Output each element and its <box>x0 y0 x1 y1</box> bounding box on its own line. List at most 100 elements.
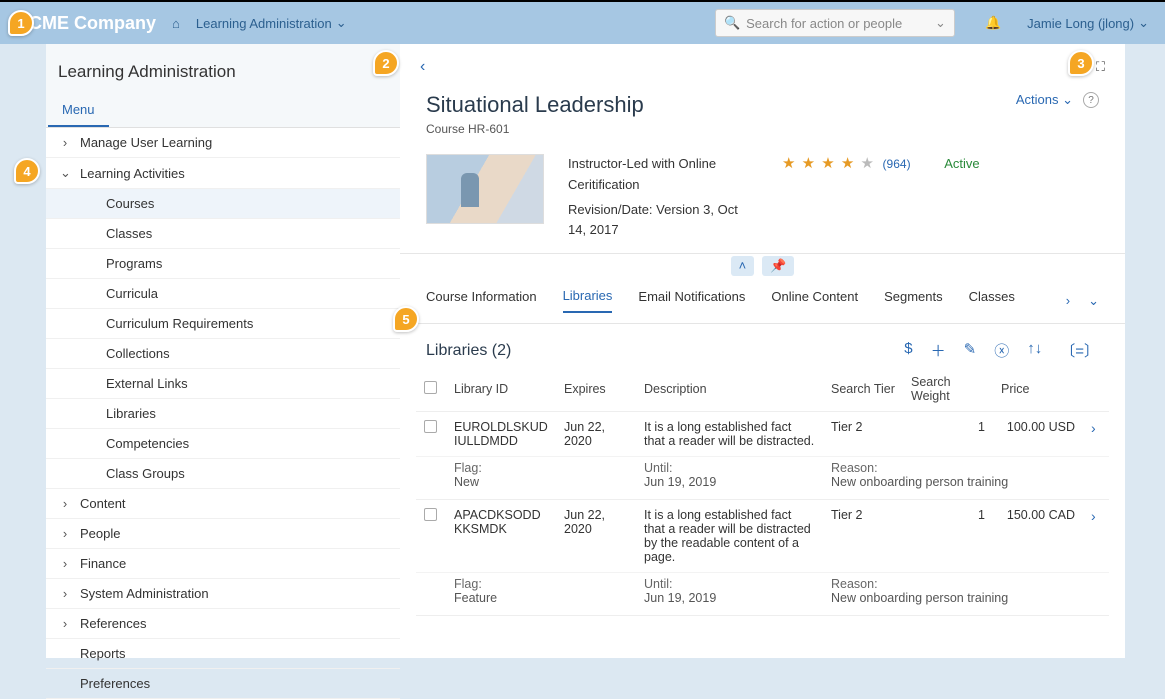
tabs-expand-icon[interactable]: ⌄ <box>1088 293 1099 309</box>
col-description[interactable]: Description <box>636 367 823 412</box>
chevron-down-icon: ⌄ <box>336 15 347 31</box>
course-subtitle: Course HR-601 <box>426 122 644 136</box>
chevron-down-icon: ⌄ <box>935 15 946 31</box>
sidebar-subitem[interactable]: External Links <box>46 369 400 399</box>
until-value: Jun 19, 2019 <box>644 475 815 489</box>
cell-library-id: EUROLDLSKUDIULLDMDD <box>446 412 556 457</box>
col-library-id[interactable]: Library ID <box>446 367 556 412</box>
cell-description: It is a long established fact that a rea… <box>636 500 823 573</box>
back-button[interactable]: ‹ <box>420 58 425 76</box>
table-row: APACDKSODDKKSMDKJun 22, 2020It is a long… <box>416 500 1109 573</box>
table-subrow: Flag:NewUntil:Jun 19, 2019Reason:New onb… <box>416 457 1109 500</box>
user-name: Jamie Long (jlong) <box>1027 16 1134 31</box>
chevron-right-icon: › <box>60 616 70 631</box>
until-label: Until: <box>644 577 815 591</box>
until-label: Until: <box>644 461 815 475</box>
currency-icon[interactable]: $ <box>904 340 912 361</box>
sidebar-subitem[interactable]: Class Groups <box>46 459 400 489</box>
sidebar-nav: ›Manage User Learning⌄Learning Activitie… <box>46 128 400 699</box>
nav-dropdown[interactable]: Learning Administration ⌄ <box>196 15 347 31</box>
tab[interactable]: Course Information <box>426 289 537 312</box>
tab[interactable]: Segments <box>884 289 943 312</box>
global-search[interactable]: 🔍 Search for action or people ⌄ <box>715 9 955 37</box>
flag-value: Feature <box>454 591 628 605</box>
sidebar-item-label: Manage User Learning <box>80 135 212 150</box>
user-menu[interactable]: Jamie Long (jlong) ⌄ <box>1027 15 1149 31</box>
cell-tier: Tier 2 <box>823 500 903 573</box>
tab[interactable]: Online Content <box>771 289 858 312</box>
sidebar-subitem[interactable]: Libraries <box>46 399 400 429</box>
edit-icon[interactable]: ✎ <box>964 340 977 361</box>
help-icon[interactable]: ? <box>1083 92 1099 108</box>
flag-value: New <box>454 475 628 489</box>
fullscreen-icon[interactable]: ⛶ <box>1096 59 1105 75</box>
chevron-right-icon: › <box>60 526 70 541</box>
sidebar-subitem[interactable]: Courses <box>46 189 400 219</box>
reason-value: New onboarding person training <box>831 475 1101 489</box>
row-nav-icon[interactable]: › <box>1091 420 1096 436</box>
tab[interactable]: Classes <box>969 289 1015 312</box>
sidebar-item[interactable]: ›References <box>46 609 400 639</box>
sidebar-item-label: People <box>80 526 120 541</box>
flag-label: Flag: <box>454 577 628 591</box>
nav-dropdown-label: Learning Administration <box>196 16 332 31</box>
sidebar-item[interactable]: ›Content <box>46 489 400 519</box>
sidebar-subitem[interactable]: Curricula <box>46 279 400 309</box>
sidebar-subitem[interactable]: Classes <box>46 219 400 249</box>
pin-icon[interactable]: 📌 <box>762 256 794 276</box>
select-all-checkbox[interactable] <box>424 381 437 394</box>
sidebar-subitem[interactable]: Competencies <box>46 429 400 459</box>
rating-stars: ★ ★ ★ ★ ★ <box>782 155 875 172</box>
sidebar-item-label: Learning Activities <box>80 166 185 181</box>
cell-tier: Tier 2 <box>823 412 903 457</box>
col-search-weight[interactable]: Search Weight <box>903 367 993 412</box>
row-nav-icon[interactable]: › <box>1091 508 1096 524</box>
actions-menu[interactable]: Actions ⌄ <box>1016 92 1073 108</box>
sidebar-subitem[interactable]: Collections <box>46 339 400 369</box>
sidebar-item[interactable]: Reports <box>46 639 400 669</box>
callout-3: 3 <box>1068 50 1094 76</box>
sidebar-item-label: System Administration <box>80 586 209 601</box>
col-price[interactable]: Price <box>993 367 1083 412</box>
chevron-down-icon: ⌄ <box>1138 15 1149 31</box>
sidebar-item-label: Reports <box>80 646 126 661</box>
course-type: Instructor-Led with Online Ceritificatio… <box>568 154 758 196</box>
sidebar-tab-menu[interactable]: Menu <box>48 92 109 127</box>
actions-label: Actions <box>1016 92 1059 107</box>
sidebar-item[interactable]: ›Finance <box>46 549 400 579</box>
sidebar-item[interactable]: Preferences <box>46 669 400 699</box>
add-icon[interactable]: ＋ <box>931 340 946 361</box>
sidebar-item[interactable]: ›Manage User Learning <box>46 128 400 158</box>
cell-library-id: APACDKSODDKKSMDK <box>446 500 556 573</box>
sort-icon[interactable]: ↑↓ <box>1027 340 1042 361</box>
row-checkbox[interactable] <box>424 420 437 433</box>
home-icon[interactable]: ⌂ <box>172 16 180 31</box>
col-expires[interactable]: Expires <box>556 367 636 412</box>
tab[interactable]: Libraries <box>563 288 613 313</box>
collapse-icon[interactable]: ˄ <box>731 256 755 276</box>
delete-icon[interactable]: ⓧ <box>994 340 1009 361</box>
sidebar-item[interactable]: ⌄Learning Activities <box>46 158 400 189</box>
cell-description: It is a long established fact that a rea… <box>636 412 823 457</box>
libraries-table: Library ID Expires Description Search Ti… <box>416 367 1109 616</box>
sidebar-subitem[interactable]: Programs <box>46 249 400 279</box>
global-header: ACME Company ⌂ Learning Administration ⌄… <box>0 0 1165 44</box>
rating-count[interactable]: (964) <box>883 157 911 171</box>
status-badge: Active <box>944 156 979 171</box>
columns-icon[interactable]: 〔=〕 <box>1060 340 1099 361</box>
sidebar-title: Learning Administration <box>46 44 400 92</box>
reason-label: Reason: <box>831 461 1101 475</box>
tab[interactable]: Email Notifications <box>638 289 745 312</box>
callout-4: 4 <box>14 158 40 184</box>
page-title: Situational Leadership <box>426 92 644 118</box>
sidebar-item[interactable]: › People <box>46 519 400 549</box>
search-placeholder: Search for action or people <box>746 16 929 31</box>
reason-value: New onboarding person training <box>831 591 1101 605</box>
cell-price: 100.00 USD <box>993 412 1083 457</box>
tabs-scroll-right-icon[interactable]: › <box>1066 293 1070 309</box>
col-search-tier[interactable]: Search Tier <box>823 367 903 412</box>
row-checkbox[interactable] <box>424 508 437 521</box>
sidebar-subitem[interactable]: Curriculum Requirements <box>46 309 400 339</box>
notifications-icon[interactable]: 🔔 <box>985 15 1001 31</box>
sidebar-item[interactable]: ›System Administration <box>46 579 400 609</box>
